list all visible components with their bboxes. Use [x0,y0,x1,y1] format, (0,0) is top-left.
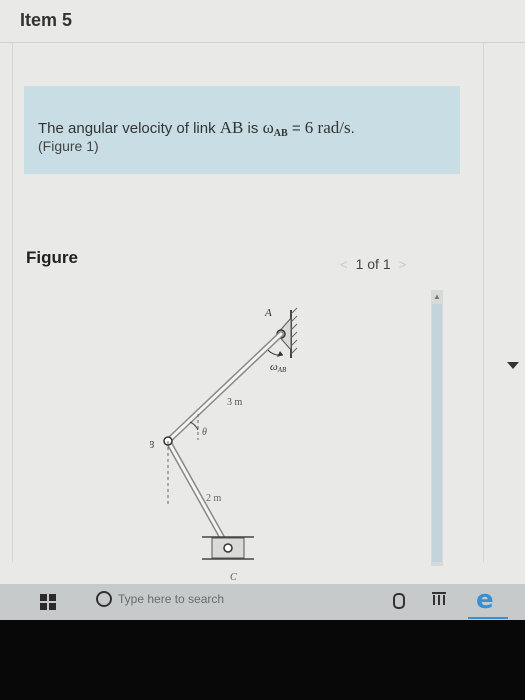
windows-taskbar: e [0,584,525,620]
link-ab-inner [166,332,283,443]
length-bc-label: 2 m [206,493,222,504]
omega-subscript: AB [273,128,288,139]
theta-arc [189,421,199,431]
figure-pager: <1 of 1 > [340,256,406,272]
cortana-circle-icon[interactable] [96,591,112,607]
monitor-bezel [0,620,525,700]
link-name: AB [219,118,244,137]
omega-symbol: ω [262,118,274,137]
windows-start-icon[interactable] [40,594,56,610]
scrollbar-thumb[interactable] [432,304,442,562]
label-a: A [264,307,272,319]
active-app-indicator [468,617,508,619]
dropdown-arrow-icon[interactable] [507,362,519,369]
item-title: Item 5 [20,10,73,30]
question-is: is [243,120,263,137]
omega-arrowhead [277,351,283,357]
figure-heading: Figure [26,248,78,267]
question-prefix: The angular velocity of link [38,120,220,137]
browser-viewport: Item 5 The angular velocity of link AB i… [0,0,525,620]
question-panel: The angular velocity of link AB is ωAB =… [24,86,460,174]
edge-browser-icon[interactable]: e [476,585,494,615]
header-divider [0,42,525,43]
next-figure-button[interactable]: > [399,257,407,272]
left-border [12,42,13,562]
mechanism-figure: A B C ωAB 3 m 2 m θ [150,307,298,583]
omega-unit: rad/s [313,118,351,137]
equals-sign: = [287,120,305,137]
right-border [483,42,484,562]
label-c: C [230,572,237,583]
figure-link[interactable]: (Figure 1) [38,138,99,154]
figure-scrollbar[interactable]: ▲ [431,290,443,566]
omega-label: ωAB [270,361,287,374]
question-end: . [350,120,355,137]
label-b: B [150,440,154,451]
microphone-icon[interactable] [393,593,405,609]
omega-value: 6 [304,118,314,137]
question-text: The angular velocity of link AB is ωAB =… [38,118,355,139]
figure-page-indicator: 1 of 1 [355,256,391,272]
pin-c [223,543,233,553]
theta-label: θ [202,427,207,438]
scroll-up-icon[interactable]: ▲ [433,292,441,301]
taskbar-search-input[interactable] [118,590,318,608]
length-ab-label: 3 m [227,397,243,408]
prev-figure-button[interactable]: < [340,257,348,272]
omega-label-subscript: AB [277,366,287,374]
task-view-icon[interactable] [432,592,446,606]
